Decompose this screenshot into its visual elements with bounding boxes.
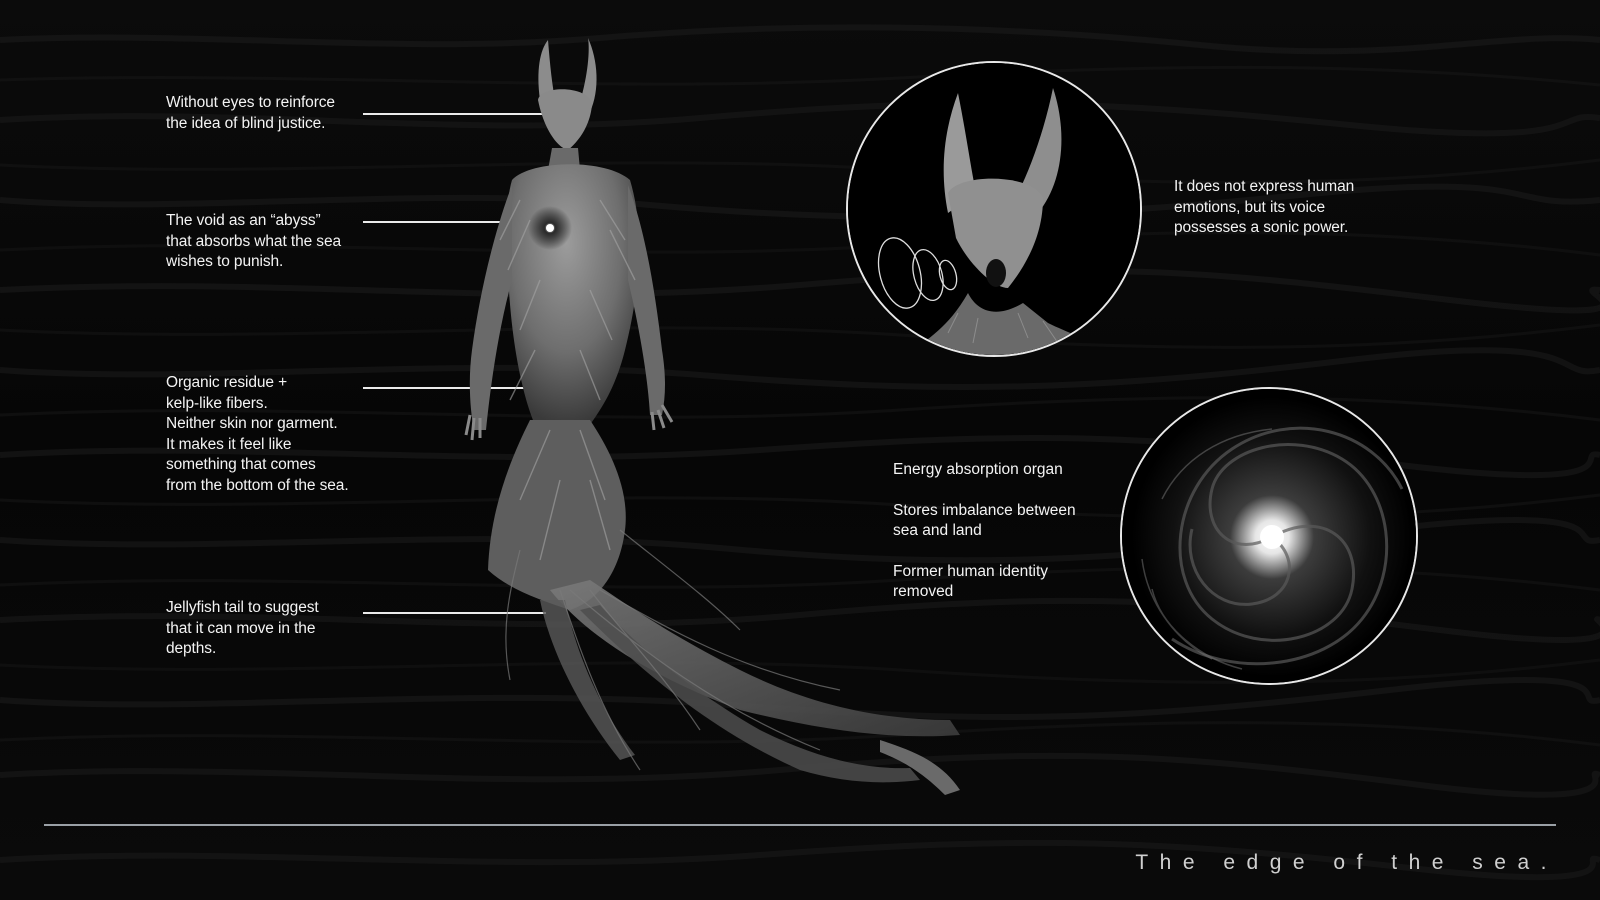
organ-note-identity: Former human identity removed <box>893 562 1123 603</box>
organ-note-line: Energy absorption organ <box>893 461 1063 478</box>
voice-note: It does not express human emotions, but … <box>1174 177 1354 239</box>
voice-note-line: possesses a sonic power. <box>1174 219 1349 236</box>
annotation-residue-line: Neither skin nor garment. <box>166 415 338 432</box>
annotation-eyes: Without eyes to reinforce the idea of bl… <box>166 93 335 134</box>
voice-note-line: It does not express human <box>1174 178 1355 195</box>
annotation-residue: Organic residue + kelp-like fibers. Neit… <box>166 373 349 496</box>
organ-note-imbalance: Stores imbalance between sea and land <box>893 501 1123 542</box>
annotation-void: The void as an “abyss” that absorbs what… <box>166 211 341 273</box>
annotation-residue-line: from the bottom of the sea. <box>166 476 349 494</box>
abyss-vortex-closeup <box>1120 387 1418 685</box>
annotation-residue-line: Organic residue + <box>166 374 288 391</box>
annotation-residue-line: something that comes <box>166 456 316 473</box>
footer-title: The edge of the sea. <box>1135 851 1558 874</box>
annotation-void-line: The void as an “abyss” <box>166 212 321 229</box>
annotation-tail: Jellyfish tail to suggest that it can mo… <box>166 598 319 660</box>
footer-divider <box>44 824 1556 826</box>
organ-note-line: sea and land <box>893 522 982 539</box>
annotation-void-line: wishes to punish. <box>166 253 284 270</box>
annotation-residue-line: kelp-like fibers. <box>166 394 268 412</box>
organ-note-line: removed <box>893 583 954 600</box>
organ-note-absorption: Energy absorption organ <box>893 460 1123 481</box>
annotation-residue-line: It makes it feel like <box>166 435 292 453</box>
annotation-eyes-line: Without eyes to reinforce <box>166 94 335 111</box>
organ-note-line: Former human identity <box>893 562 1049 580</box>
organ-notes: Energy absorption organ Stores imbalance… <box>893 460 1123 623</box>
annotation-tail-line: that it can move in the <box>166 619 316 637</box>
annotation-tail-line: Jellyfish tail to suggest <box>166 599 319 616</box>
annotation-eyes-line: the idea of blind justice. <box>166 114 326 132</box>
voice-note-line: emotions, but its voice <box>1174 198 1326 216</box>
annotation-tail-line: depths. <box>166 640 217 657</box>
organ-note-line: Stores imbalance between <box>893 501 1076 519</box>
annotation-void-line: that absorbs what the sea <box>166 232 342 250</box>
creature-head-closeup <box>846 61 1142 357</box>
